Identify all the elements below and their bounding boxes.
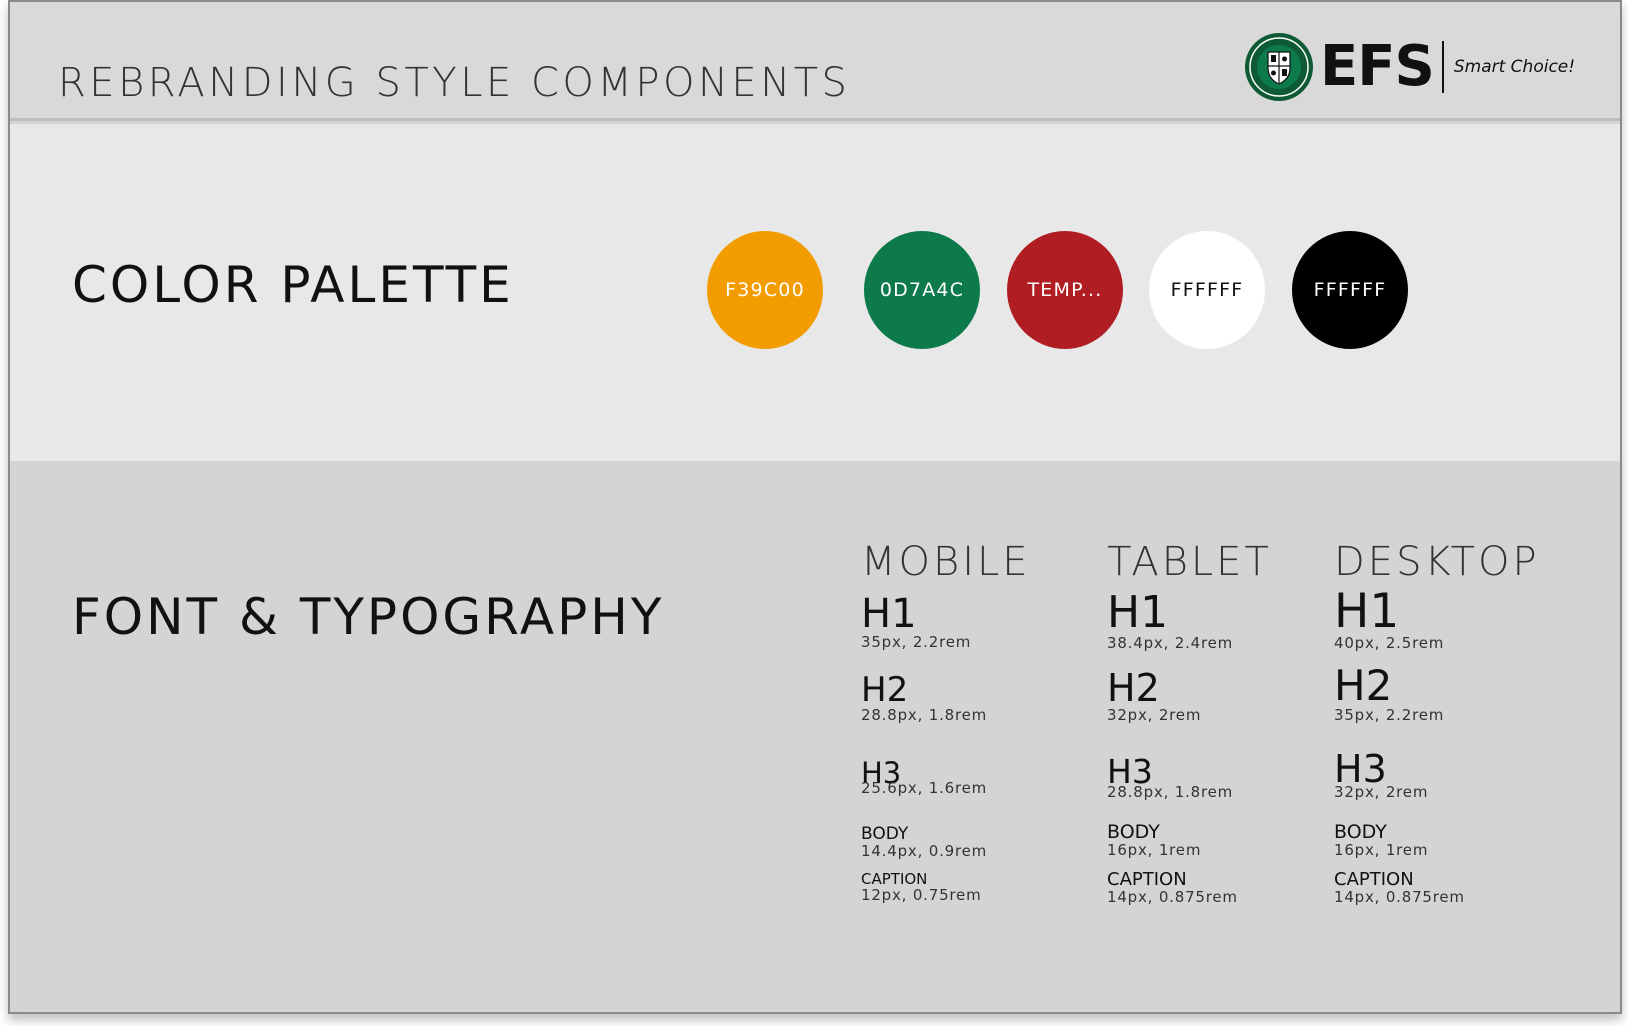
swatch-black: FFFFFF [1292,231,1408,349]
spec-size: 25.6px, 1.6rem [861,779,988,797]
spec-h3: H3 28.8px, 1.8rem [1107,755,1233,801]
logo-tagline: Smart Choice! [1453,57,1576,77]
logo-wordmark: EFS [1320,34,1435,99]
spec-label: H1 [1107,587,1169,638]
swatch-green: 0D7A4C [864,231,980,349]
spec-label: CAPTION [1107,869,1187,890]
spec-size: 40px, 2.5rem [1334,634,1445,652]
spec-label: CAPTION [861,870,928,888]
spec-label: BODY [1107,821,1160,843]
spec-size: 14px, 0.875rem [1334,888,1465,906]
swatch-white: FFFFFF [1149,231,1265,349]
header-bar: REBRANDING STYLE COMPONENTS EFS Smart Ch… [10,2,1620,121]
column-heading-tablet: TABLET [1107,539,1272,585]
style-board: REBRANDING STYLE COMPONENTS EFS Smart Ch… [8,0,1622,1014]
spec-size: 14px, 0.875rem [1107,888,1238,906]
spec-h1: H1 38.4px, 2.4rem [1107,591,1233,652]
spec-label: H1 [1334,584,1400,639]
spec-size: 38.4px, 2.4rem [1107,634,1234,652]
swatch-red: TEMP... [1007,231,1123,349]
swatch-label: TEMP... [1027,279,1103,301]
spec-h1: H1 35px, 2.2rem [861,594,971,651]
spec-label: H2 [1107,666,1160,710]
efs-logo: EFS Smart Choice! [1244,32,1575,102]
swatch-orange: F39C00 [707,231,823,349]
spec-label: H1 [861,591,917,637]
spec-size: 14.4px, 0.9rem [861,842,988,860]
spec-size: 35px, 2.2rem [861,633,972,651]
page-title: REBRANDING STYLE COMPONENTS [58,60,851,106]
spec-body: BODY 16px, 1rem [1334,823,1428,859]
swatch-row: F39C00 0D7A4C TEMP... FFFFFF FFFFFF [10,124,1620,461]
column-heading-mobile: MOBILE [861,539,1031,585]
spec-h2: H2 28.8px, 1.8rem [861,673,987,724]
spec-h3: H3 32px, 2rem [1334,750,1428,801]
spec-label: BODY [861,824,909,844]
spec-size: 32px, 2rem [1334,783,1429,801]
swatch-label: FFFFFF [1313,279,1387,301]
spec-label: H2 [1334,661,1393,710]
spec-label: CAPTION [1334,869,1414,890]
spec-size: 28.8px, 1.8rem [861,706,988,724]
swatch-label: F39C00 [725,279,805,301]
spec-h2: H2 32px, 2rem [1107,669,1201,724]
spec-body: BODY 16px, 1rem [1107,823,1201,859]
spec-caption: CAPTION 14px, 0.875rem [1107,871,1238,906]
swatch-label: 0D7A4C [879,279,965,301]
spec-size: 35px, 2.2rem [1334,706,1445,724]
spec-label: H2 [861,670,909,710]
spec-size: 12px, 0.75rem [861,886,982,904]
column-heading-desktop: DESKTOP [1334,539,1540,585]
spec-caption: CAPTION 12px, 0.75rem [861,872,982,904]
swatch-label: FFFFFF [1170,279,1244,301]
spec-size: 28.8px, 1.8rem [1107,783,1234,801]
crest-seal-icon [1245,33,1313,101]
typography-title: FONT & TYPOGRAPHY [72,588,665,646]
color-palette-section: COLOR PALETTE F39C00 0D7A4C TEMP... FFFF… [10,124,1620,461]
typography-section: FONT & TYPOGRAPHY MOBILE H1 35px, 2.2rem… [10,461,1620,1012]
spec-h1: H1 40px, 2.5rem [1334,588,1444,652]
spec-caption: CAPTION 14px, 0.875rem [1334,871,1465,906]
spec-size: 16px, 1rem [1107,841,1202,859]
spec-label: BODY [1334,821,1387,843]
spec-size: 32px, 2rem [1107,706,1202,724]
spec-size: 16px, 1rem [1334,841,1429,859]
spec-h3: H3 25.6px, 1.6rem [861,759,987,797]
logo-divider [1441,41,1444,93]
spec-h2: H2 35px, 2.2rem [1334,665,1444,724]
spec-body: BODY 14.4px, 0.9rem [861,826,987,860]
